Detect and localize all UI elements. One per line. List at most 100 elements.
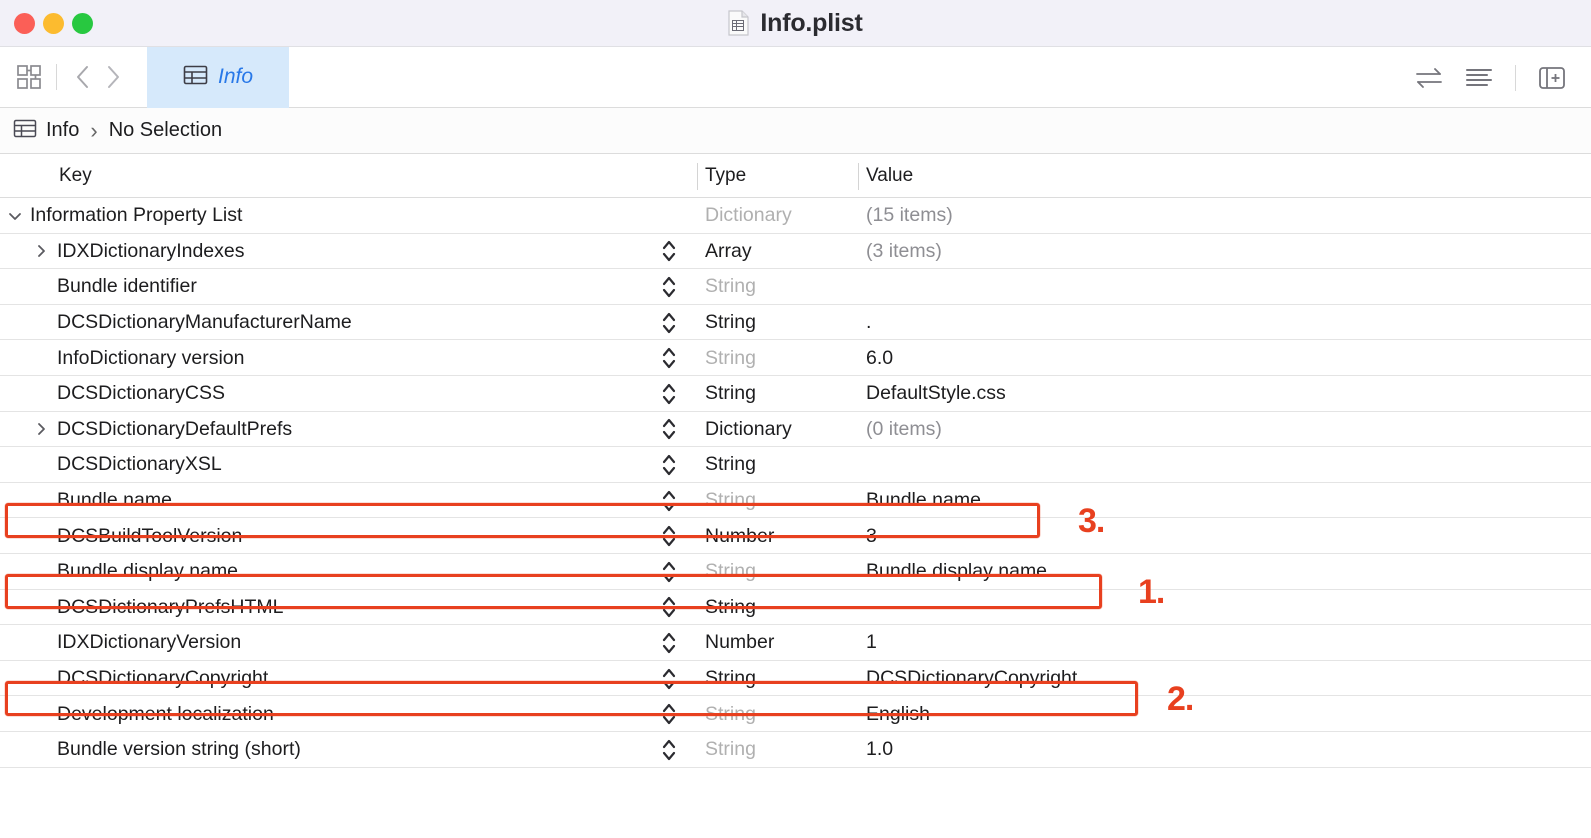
- row-value-cell[interactable]: 6.0: [866, 340, 1591, 376]
- row-key-label: IDXDictionaryIndexes: [57, 239, 245, 262]
- row-value-label: DCSDictionaryCopyright: [866, 667, 1078, 690]
- row-value-label: Bundle name: [866, 489, 981, 512]
- table-row[interactable]: Information Property List Dictionary (15 i…: [0, 198, 1591, 234]
- table-row[interactable]: DCSDictionaryCopyright String DCSDictionar…: [0, 661, 1591, 697]
- maximize-button[interactable]: [72, 12, 93, 34]
- row-type-cell[interactable]: String: [705, 376, 855, 412]
- row-value-cell[interactable]: DCSDictionaryCopyright: [866, 661, 1591, 697]
- grid-squares-icon[interactable]: [13, 47, 45, 108]
- table-row[interactable]: DCSDictionaryDefaultPrefs Dictionary (0 it…: [0, 412, 1591, 448]
- table-row[interactable]: IDXDictionaryVersion Number 1: [0, 625, 1591, 661]
- column-header-key[interactable]: Key: [59, 154, 92, 198]
- row-value-cell[interactable]: (15 items): [866, 198, 1591, 234]
- chevron-right-icon[interactable]: [98, 47, 128, 108]
- row-type-cell[interactable]: Array: [705, 234, 855, 270]
- table-row[interactable]: Bundle display name String Bundle display …: [0, 554, 1591, 590]
- window-title-group: Info.plist: [0, 0, 1591, 46]
- type-stepper-icon[interactable]: [655, 518, 683, 554]
- row-key-label: DCSDictionaryCopyright: [57, 667, 269, 690]
- row-type-cell[interactable]: String: [705, 590, 855, 626]
- column-divider-type[interactable]: [697, 163, 698, 190]
- row-type-label: Dictionary: [705, 417, 792, 440]
- row-value-cell[interactable]: 3: [866, 518, 1591, 554]
- column-header-value[interactable]: Value: [866, 154, 913, 198]
- breadcrumb-item-info[interactable]: Info: [46, 119, 79, 142]
- table-row[interactable]: Bundle name String Bundle name: [0, 483, 1591, 519]
- toolbar-right-group: [1404, 47, 1577, 108]
- add-editor-panel-icon[interactable]: [1527, 47, 1577, 108]
- plist-editor-window: Info.plist Info Info › No Selection Key …: [0, 0, 1591, 838]
- row-type-cell[interactable]: String: [705, 340, 855, 376]
- type-stepper-icon[interactable]: [655, 305, 683, 341]
- type-stepper-icon[interactable]: [655, 234, 683, 270]
- row-key-label: DCSDictionaryCSS: [57, 382, 225, 405]
- row-value-cell[interactable]: Bundle name: [866, 483, 1591, 519]
- row-key-label: DCSDictionaryXSL: [57, 453, 222, 476]
- column-divider-value[interactable]: [858, 163, 859, 190]
- table-row[interactable]: Bundle version string (short) String 1.0: [0, 732, 1591, 768]
- row-value-cell[interactable]: Bundle display name: [866, 554, 1591, 590]
- type-stepper-icon[interactable]: [655, 554, 683, 590]
- table-row[interactable]: Bundle identifier String: [0, 269, 1591, 305]
- tab-info[interactable]: Info: [147, 46, 289, 108]
- compare-swap-icon[interactable]: [1404, 47, 1454, 108]
- row-value-cell[interactable]: [866, 269, 1591, 305]
- text-lines-icon[interactable]: [1454, 47, 1504, 108]
- type-stepper-icon[interactable]: [655, 483, 683, 519]
- row-value-cell[interactable]: (3 items): [866, 234, 1591, 270]
- table-header: Key Type Value: [0, 154, 1591, 198]
- row-value-cell[interactable]: .: [866, 305, 1591, 341]
- row-type-label: String: [705, 489, 756, 512]
- row-type-cell[interactable]: String: [705, 661, 855, 697]
- row-value-label: 3: [866, 524, 877, 547]
- minimize-button[interactable]: [43, 12, 64, 34]
- table-grid-icon: [183, 64, 208, 91]
- table-row[interactable]: DCSDictionaryCSS String DefaultStyle.css: [0, 376, 1591, 412]
- row-type-cell[interactable]: Number: [705, 625, 855, 661]
- row-type-cell[interactable]: String: [705, 483, 855, 519]
- row-type-cell[interactable]: String: [705, 269, 855, 305]
- row-type-label: String: [705, 560, 756, 583]
- row-type-cell[interactable]: Number: [705, 518, 855, 554]
- type-stepper-icon[interactable]: [655, 376, 683, 412]
- table-row[interactable]: InfoDictionary version String 6.0: [0, 340, 1591, 376]
- type-stepper-icon[interactable]: [655, 625, 683, 661]
- type-stepper-icon[interactable]: [655, 269, 683, 305]
- breadcrumb: Info › No Selection: [0, 108, 1591, 154]
- type-stepper-icon[interactable]: [655, 412, 683, 448]
- close-button[interactable]: [14, 12, 35, 34]
- row-value-cell[interactable]: 1: [866, 625, 1591, 661]
- chevron-left-icon[interactable]: [68, 47, 98, 108]
- row-type-cell[interactable]: String: [705, 305, 855, 341]
- row-type-label: String: [705, 595, 756, 618]
- row-value-cell[interactable]: English: [866, 696, 1591, 732]
- table-row[interactable]: DCSBuildToolVersion Number 3: [0, 518, 1591, 554]
- row-value-cell[interactable]: 1.0: [866, 732, 1591, 768]
- type-stepper-icon[interactable]: [655, 696, 683, 732]
- type-stepper-icon[interactable]: [655, 590, 683, 626]
- type-stepper-icon[interactable]: [655, 340, 683, 376]
- table-row[interactable]: DCSDictionaryXSL String: [0, 447, 1591, 483]
- row-type-cell[interactable]: Dictionary: [705, 412, 855, 448]
- row-type-label: Dictionary: [705, 204, 792, 227]
- row-value-cell[interactable]: DefaultStyle.css: [866, 376, 1591, 412]
- row-value-cell[interactable]: [866, 447, 1591, 483]
- row-value-label: 1.0: [866, 738, 894, 761]
- row-value-cell[interactable]: [866, 590, 1591, 626]
- row-type-cell[interactable]: String: [705, 554, 855, 590]
- row-type-cell[interactable]: String: [705, 696, 855, 732]
- type-stepper-icon[interactable]: [655, 732, 683, 768]
- row-value-cell[interactable]: (0 items): [866, 412, 1591, 448]
- table-row[interactable]: Development localization String English: [0, 696, 1591, 732]
- row-type-cell[interactable]: Dictionary: [705, 198, 855, 234]
- column-header-type[interactable]: Type: [705, 154, 746, 198]
- row-type-cell[interactable]: String: [705, 732, 855, 768]
- row-type-cell[interactable]: String: [705, 447, 855, 483]
- type-stepper-icon[interactable]: [655, 447, 683, 483]
- type-stepper-icon[interactable]: [655, 661, 683, 697]
- table-row[interactable]: IDXDictionaryIndexes Array (3 items): [0, 234, 1591, 270]
- table-row[interactable]: DCSDictionaryManufacturerName String.: [0, 305, 1591, 341]
- toolbar-divider: [56, 64, 57, 90]
- table-row[interactable]: DCSDictionaryPrefsHTML String: [0, 590, 1591, 626]
- row-key-label: IDXDictionaryVersion: [57, 631, 242, 654]
